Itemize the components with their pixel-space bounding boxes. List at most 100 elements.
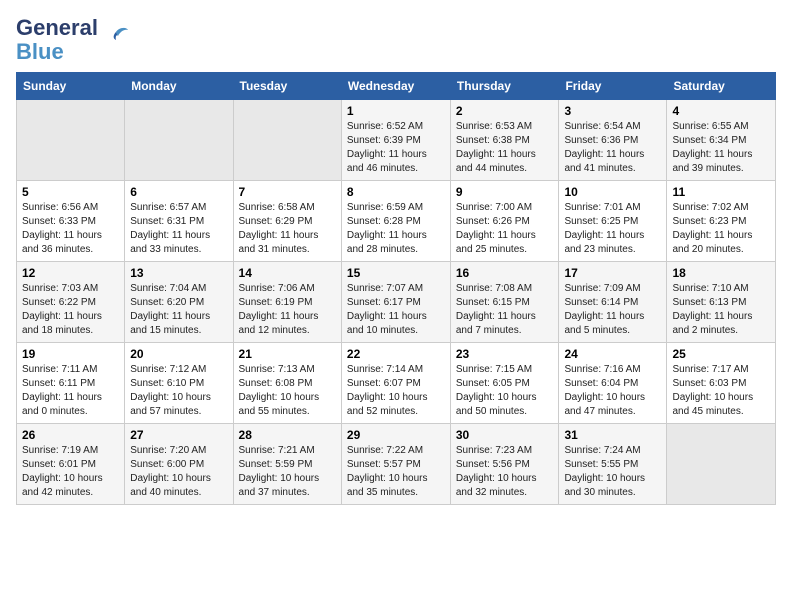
calendar-cell: 17 Sunrise: 7:09 AM Sunset: 6:14 PM Dayli… bbox=[559, 262, 667, 343]
day-number: 30 bbox=[456, 428, 554, 442]
day-number: 28 bbox=[239, 428, 336, 442]
day-info: Sunrise: 7:17 AM Sunset: 6:03 PM Dayligh… bbox=[672, 363, 770, 419]
calendar-cell: 14Sunrise: 7:06 AM Sunset: 6:19 PM Dayli… bbox=[233, 262, 341, 343]
calendar-cell: 18 Sunrise: 7:10 AM Sunset: 6:13 PM Dayli… bbox=[667, 262, 776, 343]
calendar-cell: 25 Sunrise: 7:17 AM Sunset: 6:03 PM Dayli… bbox=[667, 343, 776, 424]
calendar-week-4: 19 Sunrise: 7:11 AM Sunset: 6:11 PM Dayli… bbox=[17, 343, 776, 424]
day-number: 13 bbox=[130, 266, 227, 280]
calendar-cell: 15Sunrise: 7:07 AM Sunset: 6:17 PM Dayli… bbox=[341, 262, 450, 343]
calendar-cell: 5 Sunrise: 6:56 AM Sunset: 6:33 PM Daylig… bbox=[17, 181, 125, 262]
day-info: Sunrise: 7:00 AM Sunset: 6:26 PM Dayligh… bbox=[456, 201, 554, 257]
day-number: 22 bbox=[347, 347, 445, 361]
day-info: Sunrise: 6:58 AM Sunset: 6:29 PM Dayligh… bbox=[239, 201, 336, 257]
day-number: 25 bbox=[672, 347, 770, 361]
day-info: Sunrise: 7:15 AM Sunset: 6:05 PM Dayligh… bbox=[456, 363, 554, 419]
calendar-week-3: 12Sunrise: 7:03 AM Sunset: 6:22 PM Dayli… bbox=[17, 262, 776, 343]
calendar-cell bbox=[17, 100, 125, 181]
logo-text: GeneralBlue bbox=[16, 16, 98, 64]
calendar-week-5: 26 Sunrise: 7:19 AM Sunset: 6:01 PM Dayli… bbox=[17, 424, 776, 505]
calendar-cell: 2 Sunrise: 6:53 AM Sunset: 6:38 PM Daylig… bbox=[450, 100, 559, 181]
calendar-week-2: 5 Sunrise: 6:56 AM Sunset: 6:33 PM Daylig… bbox=[17, 181, 776, 262]
day-number: 10 bbox=[564, 185, 661, 199]
day-number: 11 bbox=[672, 185, 770, 199]
calendar-cell: 3 Sunrise: 6:54 AM Sunset: 6:36 PM Daylig… bbox=[559, 100, 667, 181]
calendar-cell: 29 Sunrise: 7:22 AM Sunset: 5:57 PM Dayli… bbox=[341, 424, 450, 505]
day-number: 1 bbox=[347, 104, 445, 118]
calendar-cell: 23 Sunrise: 7:15 AM Sunset: 6:05 PM Dayli… bbox=[450, 343, 559, 424]
logo-bird-icon bbox=[102, 24, 130, 52]
calendar-cell: 7Sunrise: 6:58 AM Sunset: 6:29 PM Daylig… bbox=[233, 181, 341, 262]
calendar-cell bbox=[125, 100, 233, 181]
day-number: 29 bbox=[347, 428, 445, 442]
calendar-cell: 8 Sunrise: 6:59 AM Sunset: 6:28 PM Daylig… bbox=[341, 181, 450, 262]
day-info: Sunrise: 6:59 AM Sunset: 6:28 PM Dayligh… bbox=[347, 201, 445, 257]
day-number: 15 bbox=[347, 266, 445, 280]
day-info: Sunrise: 7:01 AM Sunset: 6:25 PM Dayligh… bbox=[564, 201, 661, 257]
day-number: 9 bbox=[456, 185, 554, 199]
day-info: Sunrise: 7:02 AM Sunset: 6:23 PM Dayligh… bbox=[672, 201, 770, 257]
day-info: Sunrise: 6:54 AM Sunset: 6:36 PM Dayligh… bbox=[564, 120, 661, 176]
day-info: Sunrise: 6:53 AM Sunset: 6:38 PM Dayligh… bbox=[456, 120, 554, 176]
day-info: Sunrise: 7:08 AM Sunset: 6:15 PM Dayligh… bbox=[456, 282, 554, 338]
day-number: 12 bbox=[22, 266, 119, 280]
day-number: 5 bbox=[22, 185, 119, 199]
day-info: Sunrise: 7:11 AM Sunset: 6:11 PM Dayligh… bbox=[22, 363, 119, 419]
day-number: 27 bbox=[130, 428, 227, 442]
day-of-week-monday: Monday bbox=[125, 73, 233, 100]
calendar-table: SundayMondayTuesdayWednesdayThursdayFrid… bbox=[16, 72, 776, 505]
day-number: 18 bbox=[672, 266, 770, 280]
day-of-week-tuesday: Tuesday bbox=[233, 73, 341, 100]
calendar-cell: 12Sunrise: 7:03 AM Sunset: 6:22 PM Dayli… bbox=[17, 262, 125, 343]
day-info: Sunrise: 7:14 AM Sunset: 6:07 PM Dayligh… bbox=[347, 363, 445, 419]
day-number: 8 bbox=[347, 185, 445, 199]
day-info: Sunrise: 6:55 AM Sunset: 6:34 PM Dayligh… bbox=[672, 120, 770, 176]
calendar-cell: 9 Sunrise: 7:00 AM Sunset: 6:26 PM Daylig… bbox=[450, 181, 559, 262]
calendar-cell: 19 Sunrise: 7:11 AM Sunset: 6:11 PM Dayli… bbox=[17, 343, 125, 424]
day-number: 23 bbox=[456, 347, 554, 361]
day-number: 21 bbox=[239, 347, 336, 361]
day-number: 20 bbox=[130, 347, 227, 361]
day-info: Sunrise: 7:20 AM Sunset: 6:00 PM Dayligh… bbox=[130, 444, 227, 500]
day-number: 2 bbox=[456, 104, 554, 118]
day-number: 17 bbox=[564, 266, 661, 280]
day-info: Sunrise: 6:56 AM Sunset: 6:33 PM Dayligh… bbox=[22, 201, 119, 257]
day-number: 31 bbox=[564, 428, 661, 442]
calendar-cell: 28 Sunrise: 7:21 AM Sunset: 5:59 PM Dayli… bbox=[233, 424, 341, 505]
calendar-cell: 16 Sunrise: 7:08 AM Sunset: 6:15 PM Dayli… bbox=[450, 262, 559, 343]
day-of-week-wednesday: Wednesday bbox=[341, 73, 450, 100]
day-info: Sunrise: 7:12 AM Sunset: 6:10 PM Dayligh… bbox=[130, 363, 227, 419]
day-info: Sunrise: 7:23 AM Sunset: 5:56 PM Dayligh… bbox=[456, 444, 554, 500]
day-info: Sunrise: 7:24 AM Sunset: 5:55 PM Dayligh… bbox=[564, 444, 661, 500]
day-info: Sunrise: 7:06 AM Sunset: 6:19 PM Dayligh… bbox=[239, 282, 336, 338]
day-info: Sunrise: 7:10 AM Sunset: 6:13 PM Dayligh… bbox=[672, 282, 770, 338]
day-number: 26 bbox=[22, 428, 119, 442]
page-header: GeneralBlue bbox=[16, 16, 776, 64]
calendar-cell: 10 Sunrise: 7:01 AM Sunset: 6:25 PM Dayli… bbox=[559, 181, 667, 262]
day-number: 16 bbox=[456, 266, 554, 280]
day-info: Sunrise: 7:13 AM Sunset: 6:08 PM Dayligh… bbox=[239, 363, 336, 419]
day-info: Sunrise: 7:19 AM Sunset: 6:01 PM Dayligh… bbox=[22, 444, 119, 500]
calendar-cell: 26 Sunrise: 7:19 AM Sunset: 6:01 PM Dayli… bbox=[17, 424, 125, 505]
day-info: Sunrise: 7:16 AM Sunset: 6:04 PM Dayligh… bbox=[564, 363, 661, 419]
calendar-cell: 31 Sunrise: 7:24 AM Sunset: 5:55 PM Dayli… bbox=[559, 424, 667, 505]
calendar-cell: 1 Sunrise: 6:52 AM Sunset: 6:39 PM Daylig… bbox=[341, 100, 450, 181]
day-of-week-saturday: Saturday bbox=[667, 73, 776, 100]
day-of-week-sunday: Sunday bbox=[17, 73, 125, 100]
day-number: 3 bbox=[564, 104, 661, 118]
day-info: Sunrise: 7:09 AM Sunset: 6:14 PM Dayligh… bbox=[564, 282, 661, 338]
calendar-cell: 20 Sunrise: 7:12 AM Sunset: 6:10 PM Dayli… bbox=[125, 343, 233, 424]
day-number: 19 bbox=[22, 347, 119, 361]
day-number: 6 bbox=[130, 185, 227, 199]
calendar-cell bbox=[667, 424, 776, 505]
day-info: Sunrise: 7:04 AM Sunset: 6:20 PM Dayligh… bbox=[130, 282, 227, 338]
calendar-cell: 21 Sunrise: 7:13 AM Sunset: 6:08 PM Dayli… bbox=[233, 343, 341, 424]
day-info: Sunrise: 7:22 AM Sunset: 5:57 PM Dayligh… bbox=[347, 444, 445, 500]
calendar-cell: 24Sunrise: 7:16 AM Sunset: 6:04 PM Dayli… bbox=[559, 343, 667, 424]
day-info: Sunrise: 7:21 AM Sunset: 5:59 PM Dayligh… bbox=[239, 444, 336, 500]
calendar-week-1: 1 Sunrise: 6:52 AM Sunset: 6:39 PM Daylig… bbox=[17, 100, 776, 181]
calendar-cell: 22 Sunrise: 7:14 AM Sunset: 6:07 PM Dayli… bbox=[341, 343, 450, 424]
day-info: Sunrise: 6:52 AM Sunset: 6:39 PM Dayligh… bbox=[347, 120, 445, 176]
calendar-cell: 13 Sunrise: 7:04 AM Sunset: 6:20 PM Dayli… bbox=[125, 262, 233, 343]
calendar-cell: 4Sunrise: 6:55 AM Sunset: 6:34 PM Daylig… bbox=[667, 100, 776, 181]
logo: GeneralBlue bbox=[16, 16, 130, 64]
